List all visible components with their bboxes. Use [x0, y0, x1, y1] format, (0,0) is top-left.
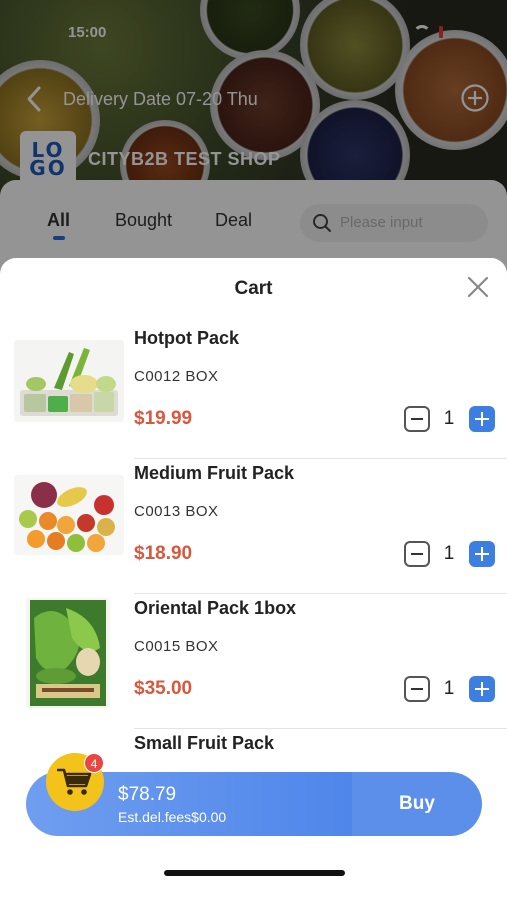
item-code: C0012 BOX [134, 368, 219, 385]
cart-count-badge: 4 [84, 753, 104, 773]
item-name: Oriental Pack 1box [134, 598, 297, 618]
item-code: C0015 BOX [134, 638, 219, 655]
item-name: Medium Fruit Pack [134, 463, 295, 483]
item-price: $35.00 [134, 678, 193, 699]
cart-total: $78.79 [118, 784, 177, 805]
qty-value: 1 [443, 543, 455, 564]
close-icon[interactable] [467, 276, 489, 298]
quantity-stepper: 1 [404, 541, 495, 567]
divider [134, 593, 507, 594]
divider [134, 458, 507, 459]
divider [134, 728, 507, 729]
qty-value: 1 [443, 408, 455, 429]
increase-qty-button[interactable] [469, 406, 495, 432]
shopping-cart-icon [57, 768, 92, 795]
oriental-pack-image [26, 598, 110, 708]
decrease-qty-button[interactable] [404, 406, 430, 432]
qty-value: 1 [443, 678, 455, 699]
item-name: Hotpot Pack [134, 328, 240, 348]
item-name: Small Fruit Pack [134, 733, 275, 753]
cart-item: Oriental Pack 1box C0015 BOX $35.00 1 [0, 598, 507, 733]
hotpot-pack-image [14, 340, 124, 422]
cart-item: Medium Fruit Pack C0013 BOX $18.90 1 [0, 463, 507, 598]
quantity-stepper: 1 [404, 676, 495, 702]
quantity-stepper: 1 [404, 406, 495, 432]
item-price: $19.99 [134, 408, 193, 429]
buy-button[interactable]: Buy [352, 772, 482, 836]
cart-item: Hotpot Pack C0012 BOX $19.99 1 [0, 328, 507, 463]
buy-label: Buy [399, 793, 435, 814]
delivery-fees: Est.del.fees$0.00 [118, 809, 227, 825]
home-indicator[interactable] [164, 870, 345, 876]
cart-title: Cart [234, 278, 273, 299]
item-code: C0013 BOX [134, 503, 219, 520]
increase-qty-button[interactable] [469, 676, 495, 702]
item-price: $18.90 [134, 543, 193, 564]
medium-fruit-pack-image [14, 475, 124, 555]
decrease-qty-button[interactable] [404, 541, 430, 567]
increase-qty-button[interactable] [469, 541, 495, 567]
decrease-qty-button[interactable] [404, 676, 430, 702]
